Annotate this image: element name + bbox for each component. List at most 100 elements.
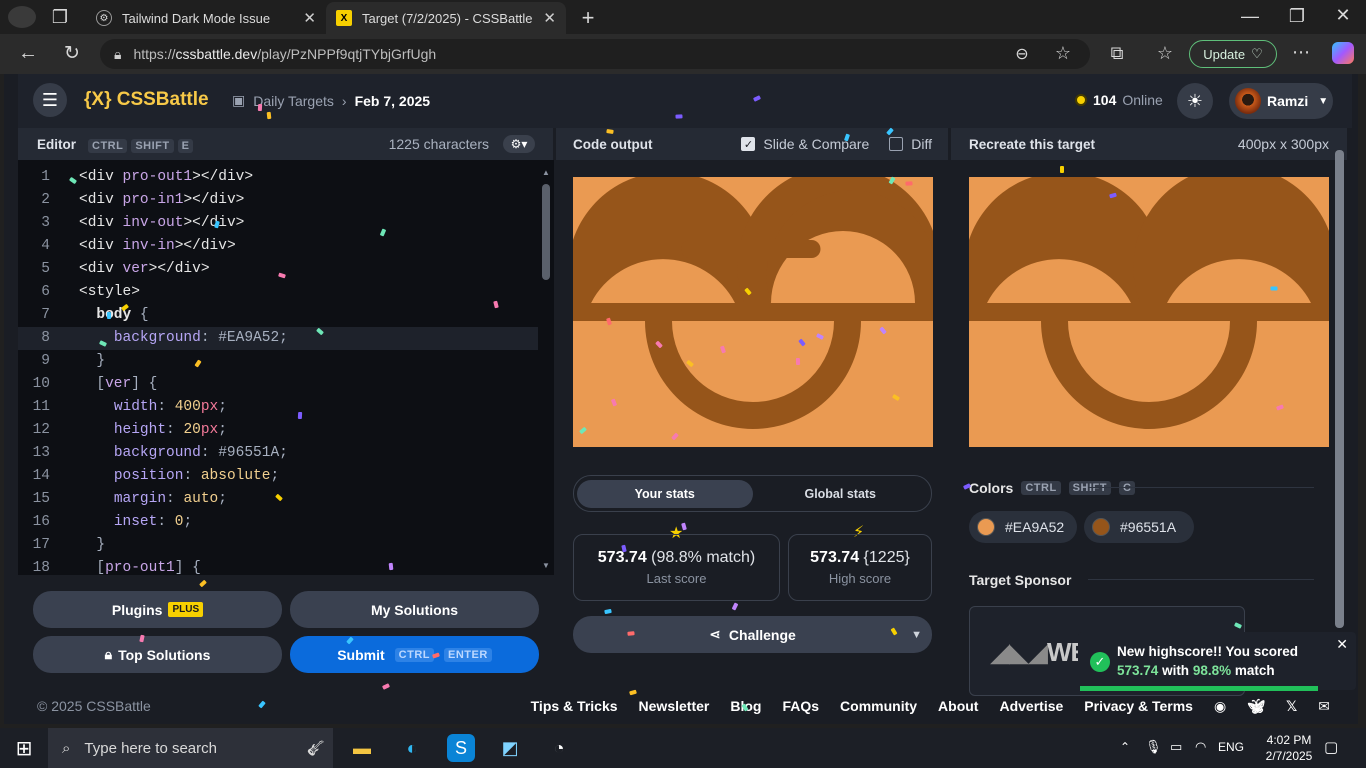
color-swatch-2[interactable]: #96551A xyxy=(1084,511,1194,543)
top-solutions-label: Top Solutions xyxy=(118,646,211,663)
close-toast-icon[interactable]: ✕ xyxy=(1336,636,1348,653)
update-button[interactable]: Update ♡ xyxy=(1189,40,1277,68)
footer-link-tips[interactable]: Tips & Tricks xyxy=(531,698,618,714)
page-scrollbar[interactable] xyxy=(1335,150,1344,628)
close-window-icon[interactable]: ✕ xyxy=(1329,5,1357,26)
character-count: 1225 characters xyxy=(388,136,489,152)
battery-icon[interactable]: ▭ xyxy=(1170,739,1182,755)
code-line[interactable]: 17 } xyxy=(18,534,538,557)
favorite-star-icon[interactable]: ☆ xyxy=(1049,43,1077,64)
code-line[interactable]: 5 <div ver></div> xyxy=(18,258,538,281)
confetti-icon xyxy=(626,630,635,636)
slide-compare-checkbox[interactable]: ✓ xyxy=(741,137,756,151)
x-icon[interactable]: 𝕏 xyxy=(1286,698,1297,715)
footer-link-faqs[interactable]: FAQs xyxy=(782,698,819,714)
footer-link-about[interactable]: About xyxy=(938,698,978,714)
url-input[interactable]: 🔒︎ https://cssbattle.dev/play/PzNPPf9qtj… xyxy=(100,39,1090,69)
cssbattle-logo[interactable]: {X} CSSBattle xyxy=(84,89,209,111)
diff-checkbox[interactable] xyxy=(889,137,904,151)
submit-button[interactable]: Submit CTRL ENTER xyxy=(290,636,539,673)
notifications-icon[interactable]: ▢ xyxy=(1324,738,1338,756)
more-icon[interactable]: ⋯ xyxy=(1287,42,1315,63)
code-line[interactable]: 3 <div inv-out></div> xyxy=(18,212,538,235)
code-line[interactable]: 9 } xyxy=(18,350,538,373)
code-line[interactable]: 6 <style> xyxy=(18,281,538,304)
tab-actions-icon[interactable]: ❐ xyxy=(46,7,74,28)
tab-cssbattle[interactable]: X Target (7/2/2025) - CSSBattle ✕ xyxy=(326,2,566,34)
extensions-icon[interactable]: ⧉ xyxy=(1103,43,1131,64)
windows-start-icon[interactable]: ⊞ xyxy=(10,734,38,762)
language-indicator[interactable]: ENG xyxy=(1218,740,1244,754)
restore-icon[interactable]: ❐ xyxy=(1283,6,1311,27)
microphone-icon[interactable]: 🎙︎ xyxy=(1145,739,1162,755)
taskbar-search[interactable]: ⌕ Type here to search 🎸︎ xyxy=(48,728,333,768)
mail-icon[interactable]: ✉ xyxy=(1318,698,1330,715)
code-line[interactable]: 2 <div pro-in1></div> xyxy=(18,189,538,212)
close-tab-icon[interactable]: ✕ xyxy=(543,9,556,27)
code-line[interactable]: 4 <div inv-in></div> xyxy=(18,235,538,258)
breadcrumb-daily-targets[interactable]: Daily Targets xyxy=(253,93,334,109)
favorites-icon[interactable]: ☆ xyxy=(1151,43,1179,64)
bluesky-icon[interactable]: 🦋︎ xyxy=(1247,698,1265,715)
lock-icon: 🔒︎ xyxy=(114,45,122,62)
app-icon[interactable]: ◩ xyxy=(496,734,524,762)
code-line[interactable]: 14 position: absolute; xyxy=(18,465,538,488)
footer-link-community[interactable]: Community xyxy=(840,698,917,714)
tab-your-stats[interactable]: Your stats xyxy=(577,479,753,508)
reload-icon[interactable]: ↻ xyxy=(58,42,86,65)
code-output-canvas[interactable] xyxy=(573,165,933,447)
code-line[interactable]: 11 width: 400px; xyxy=(18,396,538,419)
chevron-down-icon[interactable]: ▼ xyxy=(911,629,922,641)
online-dot-icon xyxy=(1075,94,1087,106)
wifi-icon[interactable]: ◠ xyxy=(1195,739,1206,755)
back-icon[interactable]: ← xyxy=(14,42,42,65)
footer: © 2025 CSSBattle Tips & Tricks Newslette… xyxy=(18,688,1352,724)
confetti-icon xyxy=(905,180,913,186)
skype-icon[interactable]: S xyxy=(447,734,475,762)
my-solutions-button[interactable]: My Solutions xyxy=(290,591,539,628)
footer-link-newsletter[interactable]: Newsletter xyxy=(639,698,710,714)
slide-compare-label[interactable]: Slide & Compare xyxy=(763,136,869,152)
code-line[interactable]: 10 [ver] { xyxy=(18,373,538,396)
footer-link-advertise[interactable]: Advertise xyxy=(999,698,1063,714)
code-line[interactable]: 8 background: #EA9A52; xyxy=(18,327,538,350)
code-line[interactable]: 18 [pro-out1] { xyxy=(18,557,538,575)
new-tab-icon[interactable]: + xyxy=(574,5,602,31)
snipping-tool-icon[interactable]: ◔ xyxy=(545,734,573,762)
line-number: 18 xyxy=(32,560,50,575)
scroll-down-icon[interactable]: ▼ xyxy=(542,561,550,570)
code-line[interactable]: 12 height: 20px; xyxy=(18,419,538,442)
copilot-icon[interactable] xyxy=(1332,42,1354,64)
code-line[interactable]: 13 background: #96551A; xyxy=(18,442,538,465)
scroll-up-icon[interactable]: ▲ xyxy=(542,168,550,177)
top-solutions-button[interactable]: 🔒︎ Top Solutions xyxy=(33,636,282,673)
zoom-icon[interactable]: ⊖ xyxy=(1008,44,1036,64)
profile-avatar-icon[interactable] xyxy=(8,6,36,28)
user-menu-button[interactable]: Ramzi ▼ xyxy=(1229,83,1333,119)
editor-settings-button[interactable]: ⚙▾ xyxy=(503,135,535,153)
color-swatch-1[interactable]: #EA9A52 xyxy=(969,511,1077,543)
diff-label[interactable]: Diff xyxy=(911,136,932,152)
code-line[interactable]: 1 <div pro-out1></div> xyxy=(18,166,538,189)
footer-link-privacy[interactable]: Privacy & Terms xyxy=(1084,698,1193,714)
tab-tailwind[interactable]: ⚙ Tailwind Dark Mode Issue ✕ xyxy=(86,2,326,34)
minimize-icon[interactable]: — xyxy=(1236,6,1264,27)
plus-badge: PLUS xyxy=(168,602,204,617)
close-tab-icon[interactable]: ✕ xyxy=(303,9,316,27)
confetti-icon xyxy=(106,312,111,320)
editor-scroll-thumb[interactable] xyxy=(542,184,550,280)
swatch-hex: #96551A xyxy=(1120,519,1177,535)
code-line[interactable]: 16 inset: 0; xyxy=(18,511,538,534)
code-line[interactable]: 7 body { xyxy=(18,304,538,327)
kbd-enter: ENTER xyxy=(444,647,492,662)
tab-global-stats[interactable]: Global stats xyxy=(753,480,929,508)
theme-toggle-button[interactable]: ☀ xyxy=(1177,83,1213,119)
edge-icon[interactable]: ◐ xyxy=(398,734,426,762)
file-explorer-icon[interactable]: ▬ xyxy=(348,734,376,762)
plugins-button[interactable]: Plugins PLUS xyxy=(33,591,282,628)
code-editor[interactable]: 1 <div pro-out1></div> 2 <div pro-in1></div… xyxy=(18,160,554,575)
discord-icon[interactable]: ◉ xyxy=(1214,698,1226,715)
taskbar-clock[interactable]: 4:02 PM 2/7/2025 xyxy=(1258,732,1320,764)
menu-button[interactable]: ☰ xyxy=(33,83,67,117)
tray-chevron-icon[interactable]: ⌃ xyxy=(1120,740,1130,754)
